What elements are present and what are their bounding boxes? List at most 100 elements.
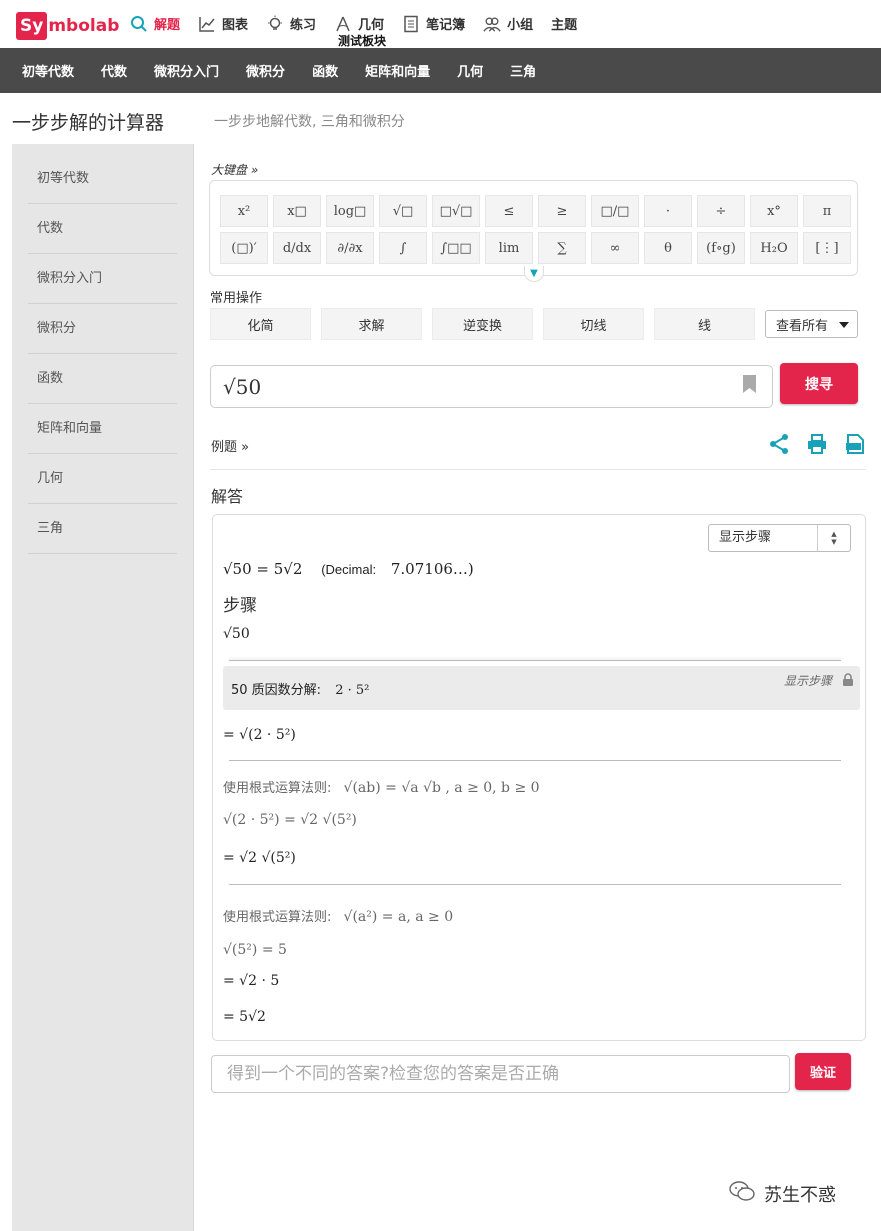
view-all-dropdown[interactable]: 查看所有 [765,310,858,338]
topnav-practice[interactable]: 练习 [266,14,316,33]
key[interactable]: log□ [326,195,374,227]
key[interactable]: □/□ [591,195,639,227]
top-bar: Sy mbolab 解题 图表 练习 几何 笔记簿 小组 主题 测试板块 [0,0,881,48]
expression-input[interactable]: √50 [210,365,773,408]
pdf-icon[interactable] [844,433,866,455]
result-line: √50 = 5√2 (Decimal: 7.07106…) [223,560,474,578]
step-line: √(5²) = 5 [223,942,287,958]
subnav-item[interactable]: 函数 [312,61,338,80]
key[interactable]: x² [220,195,268,227]
sidebar-item[interactable]: 三角 [28,504,177,554]
key[interactable]: (□)′ [220,232,268,264]
subnav-item[interactable]: 矩阵和向量 [365,61,430,80]
symbolab-logo[interactable]: Sy mbolab [16,12,119,40]
op-solve-button[interactable]: 求解 [321,308,422,340]
op-inverse-button[interactable]: 逆变换 [432,308,533,340]
search-icon [130,15,148,33]
verify-button[interactable]: 验证 [795,1053,851,1090]
subnav-item[interactable]: 初等代数 [22,61,74,80]
page-title: 一步步解的计算器 [12,112,165,134]
sidebar-item[interactable]: 几何 [28,454,177,504]
share-icon[interactable] [768,433,790,455]
key[interactable]: ∂/∂x [326,232,374,264]
key[interactable]: H₂O [750,232,798,264]
topnav-geometry[interactable]: 几何 [334,14,384,33]
subnav-item[interactable]: 三角 [510,61,536,80]
divider [229,884,841,885]
topnav-label: 小组 [507,18,534,33]
keyboard-title[interactable]: 大键盘 » [211,161,258,178]
key[interactable]: θ [644,232,692,264]
key[interactable]: x□ [273,195,321,227]
prime-factorization-step: 50 质因数分解: 2 · 5² 显示步骤 [223,666,860,710]
op-line-button[interactable]: 线 [654,308,755,340]
sidebar-item[interactable]: 初等代数 [28,154,177,204]
key[interactable]: ∫□□ [432,232,480,264]
topnav-graphing[interactable]: 图表 [198,14,248,33]
subnav-item[interactable]: 微积分入门 [154,61,219,80]
page-header: 一步步解的计算器 一步步地解代数, 三角和微积分 [0,93,881,144]
key[interactable]: √□ [379,195,427,227]
key[interactable]: □√□ [432,195,480,227]
group-icon [483,15,501,33]
show-steps-link[interactable]: 显示步骤 [784,672,832,689]
topnav-notebook[interactable]: 笔记簿 [402,14,465,33]
search-button[interactable]: 搜寻 [780,363,858,404]
lock-icon [842,673,854,686]
sidebar-item[interactable]: 矩阵和向量 [28,404,177,454]
op-simplify-button[interactable]: 化简 [210,308,311,340]
prime-value: 2 · 5² [335,683,370,698]
subnav-item[interactable]: 微积分 [246,61,285,80]
key[interactable]: ≤ [485,195,533,227]
step-line: = √2 · 5 [223,973,280,989]
topnav-topics[interactable]: 主题 [551,14,577,33]
bookmark-icon[interactable] [743,375,756,393]
rule-line: 使用根式运算法则: √(ab) = √a √b , a ≥ 0, b ≥ 0 [223,777,540,796]
logo-mark: Sy [16,12,48,40]
op-tangent-button[interactable]: 切线 [543,308,644,340]
rule-line: 使用根式运算法则: √(a²) = a, a ≥ 0 [223,906,453,925]
key[interactable]: x° [750,195,798,227]
chart-icon [198,15,216,33]
compass-icon [334,15,352,33]
sidebar-item[interactable]: 微积分入门 [28,254,177,304]
key[interactable]: ÷ [697,195,745,227]
topnav-label: 练习 [290,18,317,33]
rule-formula: √(a²) = a, a ≥ 0 [343,909,454,925]
keyboard-collapse-chevron-icon[interactable]: ▼ [524,266,544,282]
top-nav: 解题 图表 练习 几何 笔记簿 小组 主题 [130,14,577,33]
sub-nav: 初等代数 代数 微积分入门 微积分 函数 矩阵和向量 几何 三角 [0,48,881,93]
key[interactable]: π [803,195,851,227]
topnav-groups[interactable]: 小组 [483,14,533,33]
caret-down-icon [839,317,849,332]
key[interactable]: ∑ [538,232,586,264]
key[interactable]: (f∘g) [697,232,745,264]
prime-label-text: 50 质因数分解: [231,683,322,698]
key[interactable]: · [644,195,692,227]
steps-select-label: 显示步骤 [719,530,772,545]
ops-row: 化简 求解 逆变换 切线 线 [210,308,755,340]
subnav-item[interactable]: 代数 [101,61,127,80]
watermark-text: 苏生不惑 [764,1184,836,1206]
key[interactable]: ∞ [591,232,639,264]
sidebar-item[interactable]: 函数 [28,354,177,404]
key[interactable]: [⋮] [803,232,851,264]
key[interactable]: ≥ [538,195,586,227]
topnav-label: 主题 [551,18,578,33]
key[interactable]: lim [485,232,533,264]
examples-link[interactable]: 例题 » [211,436,249,455]
step-line: √(2 · 5²) = √2 √(5²) [223,812,357,828]
rule-label: 使用根式运算法则: [223,781,332,796]
key[interactable]: ∫ [379,232,427,264]
rule-formula: √(ab) = √a √b , a ≥ 0, b ≥ 0 [343,780,540,796]
divider [229,760,841,761]
subnav-item[interactable]: 几何 [457,61,483,80]
answer-check-input[interactable]: 得到一个不同的答案?检查您的答案是否正确 [211,1055,790,1093]
sidebar-item[interactable]: 微积分 [28,304,177,354]
key[interactable]: d/dx [273,232,321,264]
steps-select[interactable]: 显示步骤 ▲ ▼ [708,524,851,552]
sidebar-item[interactable]: 代数 [28,204,177,254]
expression-value: √50 [223,375,262,399]
topnav-solutions[interactable]: 解题 [130,14,180,33]
print-icon[interactable] [806,433,828,455]
